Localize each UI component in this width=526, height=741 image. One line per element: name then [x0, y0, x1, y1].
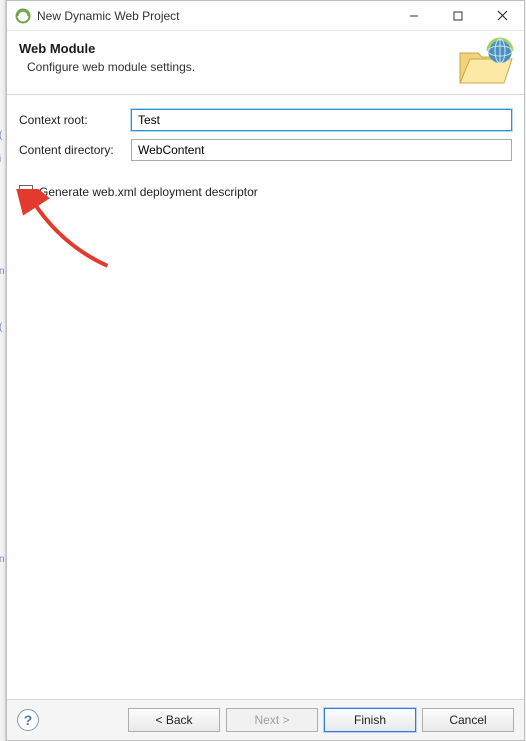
help-icon[interactable]: ? — [17, 709, 39, 731]
wizard-header: Web Module Configure web module settings… — [7, 31, 524, 95]
titlebar: New Dynamic Web Project — [7, 1, 524, 31]
content-directory-input[interactable] — [131, 139, 512, 161]
close-button[interactable] — [480, 1, 524, 30]
minimize-button[interactable] — [392, 1, 436, 30]
content-directory-label: Content directory: — [19, 143, 131, 157]
generate-webxml-row[interactable]: Generate web.xml deployment descriptor — [19, 185, 512, 199]
maximize-button[interactable] — [436, 1, 480, 30]
content-directory-row: Content directory: — [19, 139, 512, 161]
finish-button[interactable]: Finish — [324, 708, 416, 732]
window-controls — [392, 1, 524, 30]
context-root-input[interactable] — [131, 109, 512, 131]
generate-webxml-label: Generate web.xml deployment descriptor — [39, 185, 258, 199]
cancel-button[interactable]: Cancel — [422, 708, 514, 732]
context-root-row: Context root: — [19, 109, 512, 131]
next-button: Next > — [226, 708, 318, 732]
dialog-window: New Dynamic Web Project Web Module Confi… — [6, 0, 525, 741]
wizard-footer: ? < Back Next > Finish Cancel — [7, 699, 524, 740]
annotation-arrow-icon — [9, 189, 129, 269]
generate-webxml-checkbox[interactable] — [19, 185, 33, 199]
page-subtitle: Configure web module settings. — [19, 60, 512, 74]
back-button[interactable]: < Back — [128, 708, 220, 732]
wizard-content: Context root: Content directory: Generat… — [7, 95, 524, 699]
web-module-icon — [456, 37, 514, 87]
eclipse-wizard-icon — [15, 8, 31, 24]
page-title: Web Module — [19, 41, 512, 56]
window-title: New Dynamic Web Project — [37, 9, 392, 23]
context-root-label: Context root: — [19, 113, 131, 127]
